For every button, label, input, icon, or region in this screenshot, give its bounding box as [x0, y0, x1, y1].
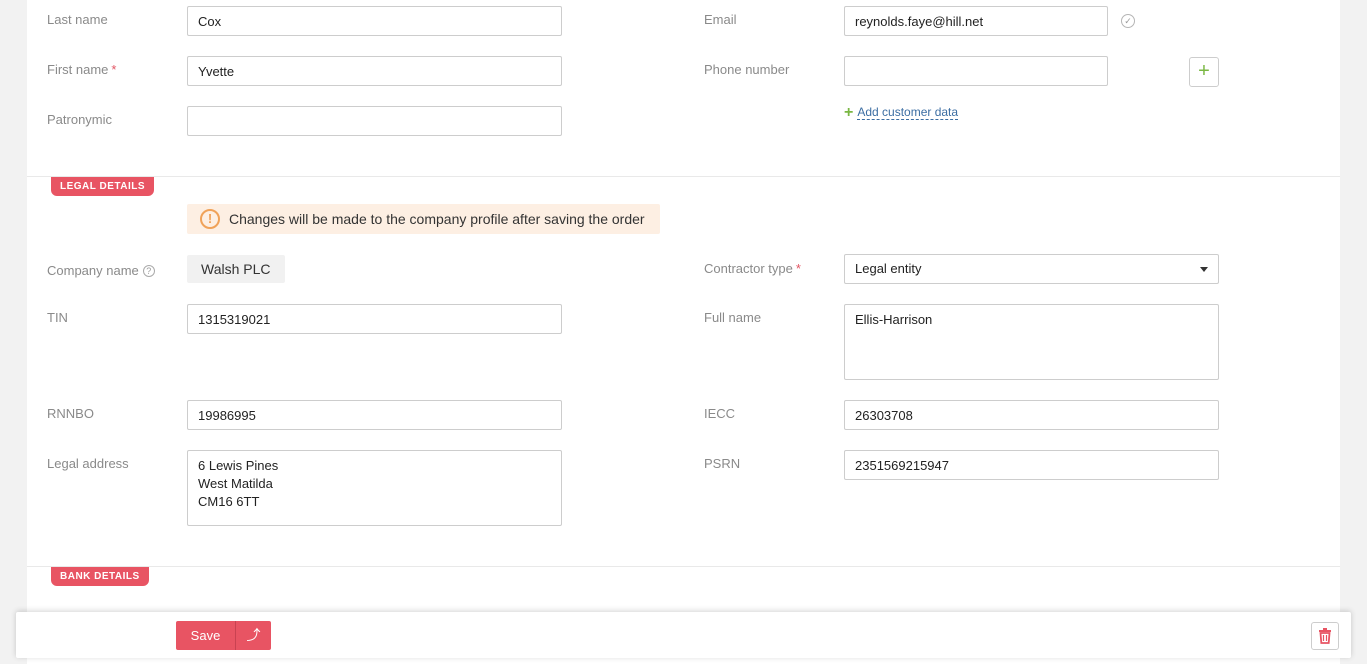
rnnbo-label: RNNBO — [47, 406, 94, 421]
iecc-label: IECC — [704, 406, 736, 421]
required-mark: * — [111, 62, 117, 77]
phone-input[interactable] — [844, 56, 1108, 86]
save-button-group: Save ⤴ — [176, 621, 271, 650]
legal-address-label: Legal address — [47, 456, 129, 471]
psrn-input[interactable] — [844, 450, 1219, 480]
contractor-type-select[interactable]: Legal entity — [844, 254, 1219, 284]
plus-icon: + — [844, 104, 854, 121]
email-input[interactable] — [844, 6, 1108, 36]
full-name-label: Full name — [704, 310, 762, 325]
contractor-type-value: Legal entity — [855, 261, 922, 276]
save-options-icon[interactable]: ⤴ — [236, 621, 271, 650]
section-divider — [27, 176, 1340, 177]
company-name-value: Walsh PLC — [187, 255, 285, 283]
warning-icon: ! — [200, 209, 220, 229]
phone-label: Phone number — [704, 62, 790, 77]
rnnbo-input[interactable] — [187, 400, 562, 430]
email-label: Email — [704, 12, 737, 27]
company-name-label: Company name? — [47, 263, 155, 278]
company-profile-notice: ! Changes will be made to the company pr… — [187, 204, 660, 234]
notice-text: Changes will be made to the company prof… — [229, 211, 645, 227]
last-name-label: Last name — [47, 12, 108, 27]
last-name-input[interactable] — [187, 6, 562, 36]
legal-details-tag: LEGAL DETAILS — [51, 177, 155, 196]
trash-icon — [1319, 628, 1331, 644]
help-icon[interactable]: ? — [142, 265, 155, 277]
legal-address-textarea[interactable]: 6 Lewis Pines West Matilda CM16 6TT — [187, 450, 562, 526]
patronymic-label: Patronymic — [47, 112, 113, 127]
tin-input[interactable] — [187, 304, 562, 334]
tin-label: TIN — [47, 310, 68, 325]
first-name-label: First name * — [47, 62, 117, 77]
add-customer-data-label: Add customer data — [857, 105, 959, 120]
save-button[interactable]: Save — [176, 621, 235, 650]
add-phone-button[interactable]: + — [1189, 57, 1219, 87]
patronymic-input[interactable] — [187, 106, 562, 136]
iecc-input[interactable] — [844, 400, 1219, 430]
psrn-label: PSRN — [704, 456, 741, 471]
first-name-input[interactable] — [187, 56, 562, 86]
full-name-textarea[interactable]: Ellis-Harrison — [844, 304, 1219, 380]
caret-down-icon — [1200, 267, 1208, 272]
add-customer-data-link[interactable]: + Add customer data — [844, 104, 959, 122]
check-circle-icon[interactable]: ✓ — [1121, 14, 1135, 28]
contractor-type-label: Contractor type * — [704, 261, 801, 276]
delete-button[interactable] — [1311, 622, 1339, 650]
bank-details-tag: BANK DETAILS — [51, 567, 149, 586]
section-divider — [27, 566, 1340, 567]
required-mark: * — [795, 261, 801, 276]
action-footer: Save ⤴ — [16, 612, 1351, 658]
